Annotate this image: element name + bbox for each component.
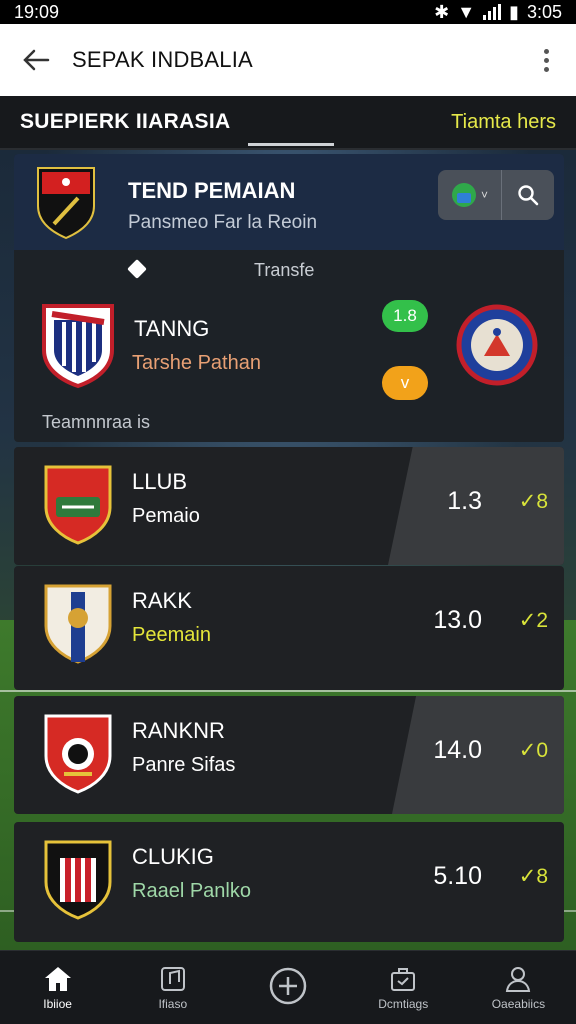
- nav-label: Ibiioe: [43, 996, 72, 1011]
- featured-card-header: TEND PEMAIAN Pansmeo Far la Reoin ˅: [14, 154, 564, 250]
- wifi-icon: ▼: [457, 1, 476, 22]
- featured-title: TEND PEMAIAN: [128, 178, 296, 203]
- check-value: ✓2: [518, 609, 548, 632]
- chevron-down-icon: ˅: [480, 188, 488, 202]
- nav-add[interactable]: [230, 951, 345, 1024]
- club-crest-icon: [42, 838, 114, 922]
- club-name: CLUKIG: [132, 844, 214, 869]
- header-tools: ˅: [438, 170, 554, 220]
- featured-card[interactable]: TEND PEMAIAN Pansmeo Far la Reoin ˅ Tran…: [14, 154, 564, 442]
- tab-indicator: [248, 143, 334, 146]
- club-value: 13.0: [433, 606, 482, 634]
- home-icon: [44, 966, 71, 991]
- status-time: 19:09: [14, 1, 60, 22]
- club-crest-icon: [42, 463, 114, 547]
- back-arrow-icon[interactable]: [0, 24, 72, 96]
- list-item[interactable]: RAKK Peemain 13.0 ✓2: [14, 566, 564, 690]
- team-selector[interactable]: ˅: [438, 170, 502, 220]
- club-value: 5.10: [433, 862, 482, 890]
- club-subtitle: Pemaio: [132, 505, 200, 527]
- team-name: TANNG: [134, 316, 210, 341]
- page-title: SEPAK INDBALIA: [72, 47, 253, 72]
- add-circle-icon: [269, 967, 307, 1004]
- bluetooth-icon: ✱: [434, 1, 450, 22]
- music-icon: [160, 966, 185, 991]
- nav-label: Ifiaso: [158, 996, 188, 1011]
- nav-label: Oaeabiics: [491, 996, 546, 1011]
- club-name: RANKNR: [132, 718, 225, 743]
- club-subtitle: Peemain: [132, 624, 211, 646]
- club-crest-icon: [42, 582, 114, 666]
- orange-badge[interactable]: v: [382, 366, 428, 400]
- club-subtitle: Panre Sifas: [132, 754, 236, 776]
- section-link[interactable]: Tiamta hers: [451, 111, 556, 134]
- nav-home[interactable]: Ibiioe: [0, 951, 115, 1024]
- nav-documents[interactable]: Dcmtiags: [346, 951, 461, 1024]
- list-item[interactable]: RANKNR Panre Sifas 14.0 ✓0: [14, 696, 564, 814]
- team-avatar-icon: [451, 183, 476, 207]
- green-badge[interactable]: 1.8: [382, 300, 428, 332]
- club-name: LLUB: [132, 469, 188, 494]
- check-value: ✓8: [518, 865, 548, 888]
- profile-icon: [506, 966, 531, 992]
- diamond-indicator-icon: [127, 259, 147, 279]
- team-subtitle: Tarshe Pathan: [132, 352, 261, 374]
- battery-icon: ▮: [509, 1, 519, 22]
- app-bar: SEPAK INDBALIA: [0, 24, 576, 96]
- signal-icon: [483, 4, 502, 20]
- club-crest-icon: [42, 712, 114, 796]
- club-crest-icon: [34, 164, 98, 240]
- more-options-icon[interactable]: [516, 24, 576, 96]
- section-header: SUEPIERK IIARASIA Tiamta hers: [0, 96, 576, 150]
- club-subtitle: Raael Panlko: [132, 880, 251, 902]
- list-item[interactable]: LLUB Pemaio 1.3 ✓8: [14, 447, 564, 565]
- list-item[interactable]: CLUKIG Raael Panlko 5.10 ✓8: [14, 822, 564, 942]
- status-icons: ✱ ▼ ▮ 3:05: [434, 2, 562, 23]
- opponent-crest-icon: [456, 304, 538, 386]
- club-value: 1.3: [447, 487, 482, 515]
- briefcase-icon: [391, 967, 416, 991]
- nav-label: Dcmtiags: [378, 996, 429, 1011]
- club-value: 14.0: [433, 736, 482, 764]
- team-crest-icon: [40, 300, 116, 390]
- club-name: RAKK: [132, 588, 192, 613]
- featured-footer: Teamnnraa is: [42, 412, 151, 432]
- nav-music[interactable]: Ifiaso: [115, 951, 230, 1024]
- transfer-label: Transfe: [254, 260, 315, 280]
- check-value: ✓0: [518, 739, 548, 762]
- status-clock: 3:05: [526, 1, 562, 22]
- check-value: ✓8: [518, 490, 548, 513]
- search-button[interactable]: [502, 170, 554, 220]
- status-bar: 19:09 ✱ ▼ ▮ 3:05: [0, 0, 576, 24]
- featured-subtitle: Pansmeo Far la Reoin: [128, 212, 318, 233]
- bottom-navigation: Ibiioe Ifiaso Dcmtiags Oaeabiics: [0, 950, 576, 1024]
- search-icon: [518, 185, 539, 206]
- nav-profile[interactable]: Oaeabiics: [461, 951, 576, 1024]
- section-label: SUEPIERK IIARASIA: [20, 110, 231, 133]
